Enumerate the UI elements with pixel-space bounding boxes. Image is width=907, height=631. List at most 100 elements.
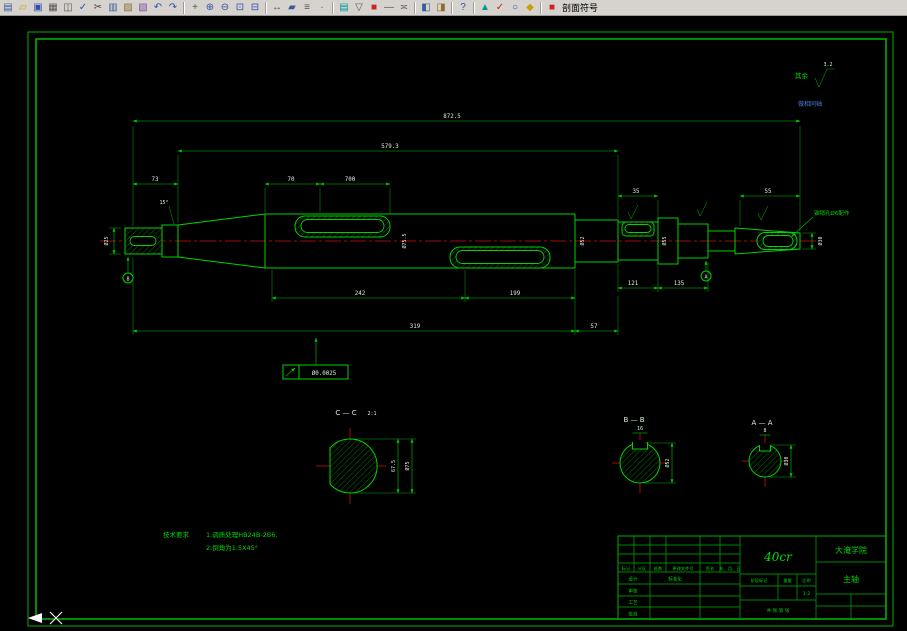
tool-triangle-icon[interactable]: ▲ xyxy=(478,1,492,14)
dim-70: 70 xyxy=(288,177,295,183)
toolbar-separator xyxy=(265,1,267,14)
pan-icon[interactable]: + xyxy=(188,1,202,14)
stage-label: 阶段标记 xyxy=(751,577,769,584)
tool-diamond-icon[interactable]: ◆ xyxy=(523,1,537,14)
section-c-dia-dim: Ø75 xyxy=(404,461,411,470)
weight-label: 重量 xyxy=(783,577,791,584)
section-symbol-button[interactable]: 剖面符号 xyxy=(559,1,601,14)
tool-circle-icon[interactable]: ○ xyxy=(508,1,522,14)
rev-header-zone: 分区 xyxy=(638,565,646,572)
part-name: 主轴 xyxy=(843,574,859,584)
shaft-main-view xyxy=(100,213,818,269)
dim-mid: 579.3 xyxy=(381,144,399,150)
section-b-dia-dim: Ø52 xyxy=(664,458,671,467)
paste-icon[interactable]: ▨ xyxy=(121,1,135,14)
toolbar-separator xyxy=(414,1,416,14)
rest-label: 其余 xyxy=(795,71,809,80)
toolbar-icons: ▤ ▱ ▣ ▦ ◫ ✓ ✂ ▥ ▨ ▧ ↶ ↷ + ⊕ ⊖ ⊡ ⊟ ↔ ▰ ≡ ∙ ▤ ▽ ■ — ≍ ◧ ◨? ▲ ✓ ○ ◆ ■ xyxy=(1,0,559,15)
title-block: 大淹学院 主轴 40cr 阶段标记 重量 比例 1:2 共 张 第 张 标记 处… xyxy=(617,535,887,620)
dim-199: 199 xyxy=(510,291,521,297)
taper-pin-note: 锥销孔Ø6配作 xyxy=(814,209,850,217)
undo-icon[interactable]: ↶ xyxy=(151,1,165,14)
area-icon[interactable]: ▰ xyxy=(285,1,299,14)
notes-title: 技术要求 xyxy=(163,530,190,539)
properties-icon[interactable]: ◧ xyxy=(419,1,433,14)
toolbar-separator xyxy=(332,1,334,14)
dim-242: 242 xyxy=(355,291,365,297)
section-b-label: B — B xyxy=(623,416,644,424)
dim-dia-r2: Ø55 xyxy=(661,236,668,245)
copy-icon[interactable]: ▥ xyxy=(106,1,120,14)
toolbar-separator xyxy=(183,1,185,14)
dim-dia-left: Ø25 xyxy=(103,236,110,245)
section-c-scale: 2:1 xyxy=(367,411,376,417)
dim-dia-end: Ø30 xyxy=(817,236,824,245)
tolerance-value: Ø0.0025 xyxy=(312,370,337,377)
layers-icon[interactable]: ▤ xyxy=(337,1,351,14)
section-a: A — A 8 Ø30 xyxy=(742,419,796,487)
technical-notes: 技术要求 1.调质处理HB24B-2B6. 2.倒角为1.5X45° xyxy=(163,530,277,552)
section-symbol-icon[interactable]: ■ xyxy=(545,1,559,14)
cad-application: ▤ ▱ ▣ ▦ ◫ ✓ ✂ ▥ ▨ ▧ ↶ ↷ + ⊕ ⊖ ⊡ ⊟ ↔ ▰ ≡ ∙ ▤ ▽ ■ — ≍ ◧ ◨? ▲ ✓ ○ ◆ ■ 剖面符号 xyxy=(0,0,907,631)
design-center-icon[interactable]: ◨ xyxy=(434,1,448,14)
dim-dia-mid: Ø75.5 xyxy=(401,233,408,248)
sheets-label: 共 张 第 张 xyxy=(767,607,790,614)
list-icon[interactable]: ≡ xyxy=(300,1,314,14)
print-preview-icon[interactable]: ◫ xyxy=(61,1,75,14)
toolbar-separator xyxy=(451,1,453,14)
surface-finish-note: 其余 3.2 做相同轴 xyxy=(795,62,835,108)
print-icon[interactable]: ▦ xyxy=(46,1,60,14)
rest-value: 3.2 xyxy=(823,62,832,68)
section-b: B — B 16 Ø52 xyxy=(612,416,676,493)
rev-header-mark: 标记 xyxy=(622,565,631,572)
role-process: 工艺 xyxy=(628,600,638,606)
rev-header-sign: 签名 xyxy=(706,565,714,572)
open-file-icon[interactable]: ▱ xyxy=(16,1,30,14)
scale-value: 1:2 xyxy=(803,591,810,597)
role-standard: 标准化 xyxy=(668,576,682,583)
section-c-flat-dim: 67.5 xyxy=(391,460,397,472)
section-a-label: A — A xyxy=(751,419,772,427)
dim-73: 73 xyxy=(152,177,159,183)
dim-55: 55 xyxy=(765,189,772,195)
layer-control-icon[interactable]: ▽ xyxy=(352,1,366,14)
toolbar-separator xyxy=(540,1,542,14)
rev-header-count: 处数 xyxy=(654,565,663,572)
drawing-canvas[interactable]: B A 872.5 579.3 73 70 700 35 55 15° 242 … xyxy=(0,16,907,631)
scale-label: 比例 xyxy=(802,577,810,584)
zoom-realtime-icon[interactable]: ⊕ xyxy=(203,1,217,14)
notes-line2: 2.倒角为1.5X45° xyxy=(206,543,258,552)
lineweight-icon[interactable]: ≍ xyxy=(397,1,411,14)
locate-point-icon[interactable]: ∙ xyxy=(315,1,329,14)
section-b-key-dim: 16 xyxy=(637,426,643,432)
toolbar: ▤ ▱ ▣ ▦ ◫ ✓ ✂ ▥ ▨ ▧ ↶ ↷ + ⊕ ⊖ ⊡ ⊟ ↔ ▰ ≡ ∙ ▤ ▽ ■ — ≍ ◧ ◨? ▲ ✓ ○ ◆ ■ 剖面符号 xyxy=(0,0,907,16)
spell-check-icon[interactable]: ✓ xyxy=(76,1,90,14)
save-file-icon[interactable]: ▣ xyxy=(31,1,45,14)
section-c: C — C 2:1 67.5 Ø75 xyxy=(316,409,416,504)
zoom-previous-icon[interactable]: ⊟ xyxy=(248,1,262,14)
zoom-out-icon[interactable]: ⊖ xyxy=(218,1,232,14)
dim-35: 35 xyxy=(633,189,640,195)
dim-319: 319 xyxy=(410,324,421,330)
cut-icon[interactable]: ✂ xyxy=(91,1,105,14)
new-file-icon[interactable]: ▤ xyxy=(1,1,15,14)
dim-57: 57 xyxy=(591,324,598,330)
match-properties-icon[interactable]: ▧ xyxy=(136,1,150,14)
left-keyway-slot xyxy=(129,236,157,246)
redo-icon[interactable]: ↷ xyxy=(166,1,180,14)
datum-a-label: A xyxy=(704,275,707,281)
role-check: 审核 xyxy=(628,588,638,595)
tool-check-icon[interactable]: ✓ xyxy=(493,1,507,14)
section-a-dia-dim: Ø30 xyxy=(783,456,790,465)
color-control-icon[interactable]: ■ xyxy=(367,1,381,14)
section-c-label: C — C xyxy=(335,409,356,417)
help-icon[interactable]: ? xyxy=(456,1,470,14)
distance-icon[interactable]: ↔ xyxy=(270,1,284,14)
dim-135: 135 xyxy=(674,281,685,287)
zoom-window-icon[interactable]: ⊡ xyxy=(233,1,247,14)
dim-121: 121 xyxy=(628,281,639,287)
role-approve: 批准 xyxy=(628,611,638,618)
linetype-icon[interactable]: — xyxy=(382,1,396,14)
notes-line1: 1.调质处理HB24B-2B6. xyxy=(206,530,277,539)
drawing-svg: B A 872.5 579.3 73 70 700 35 55 15° 242 … xyxy=(27,31,894,627)
